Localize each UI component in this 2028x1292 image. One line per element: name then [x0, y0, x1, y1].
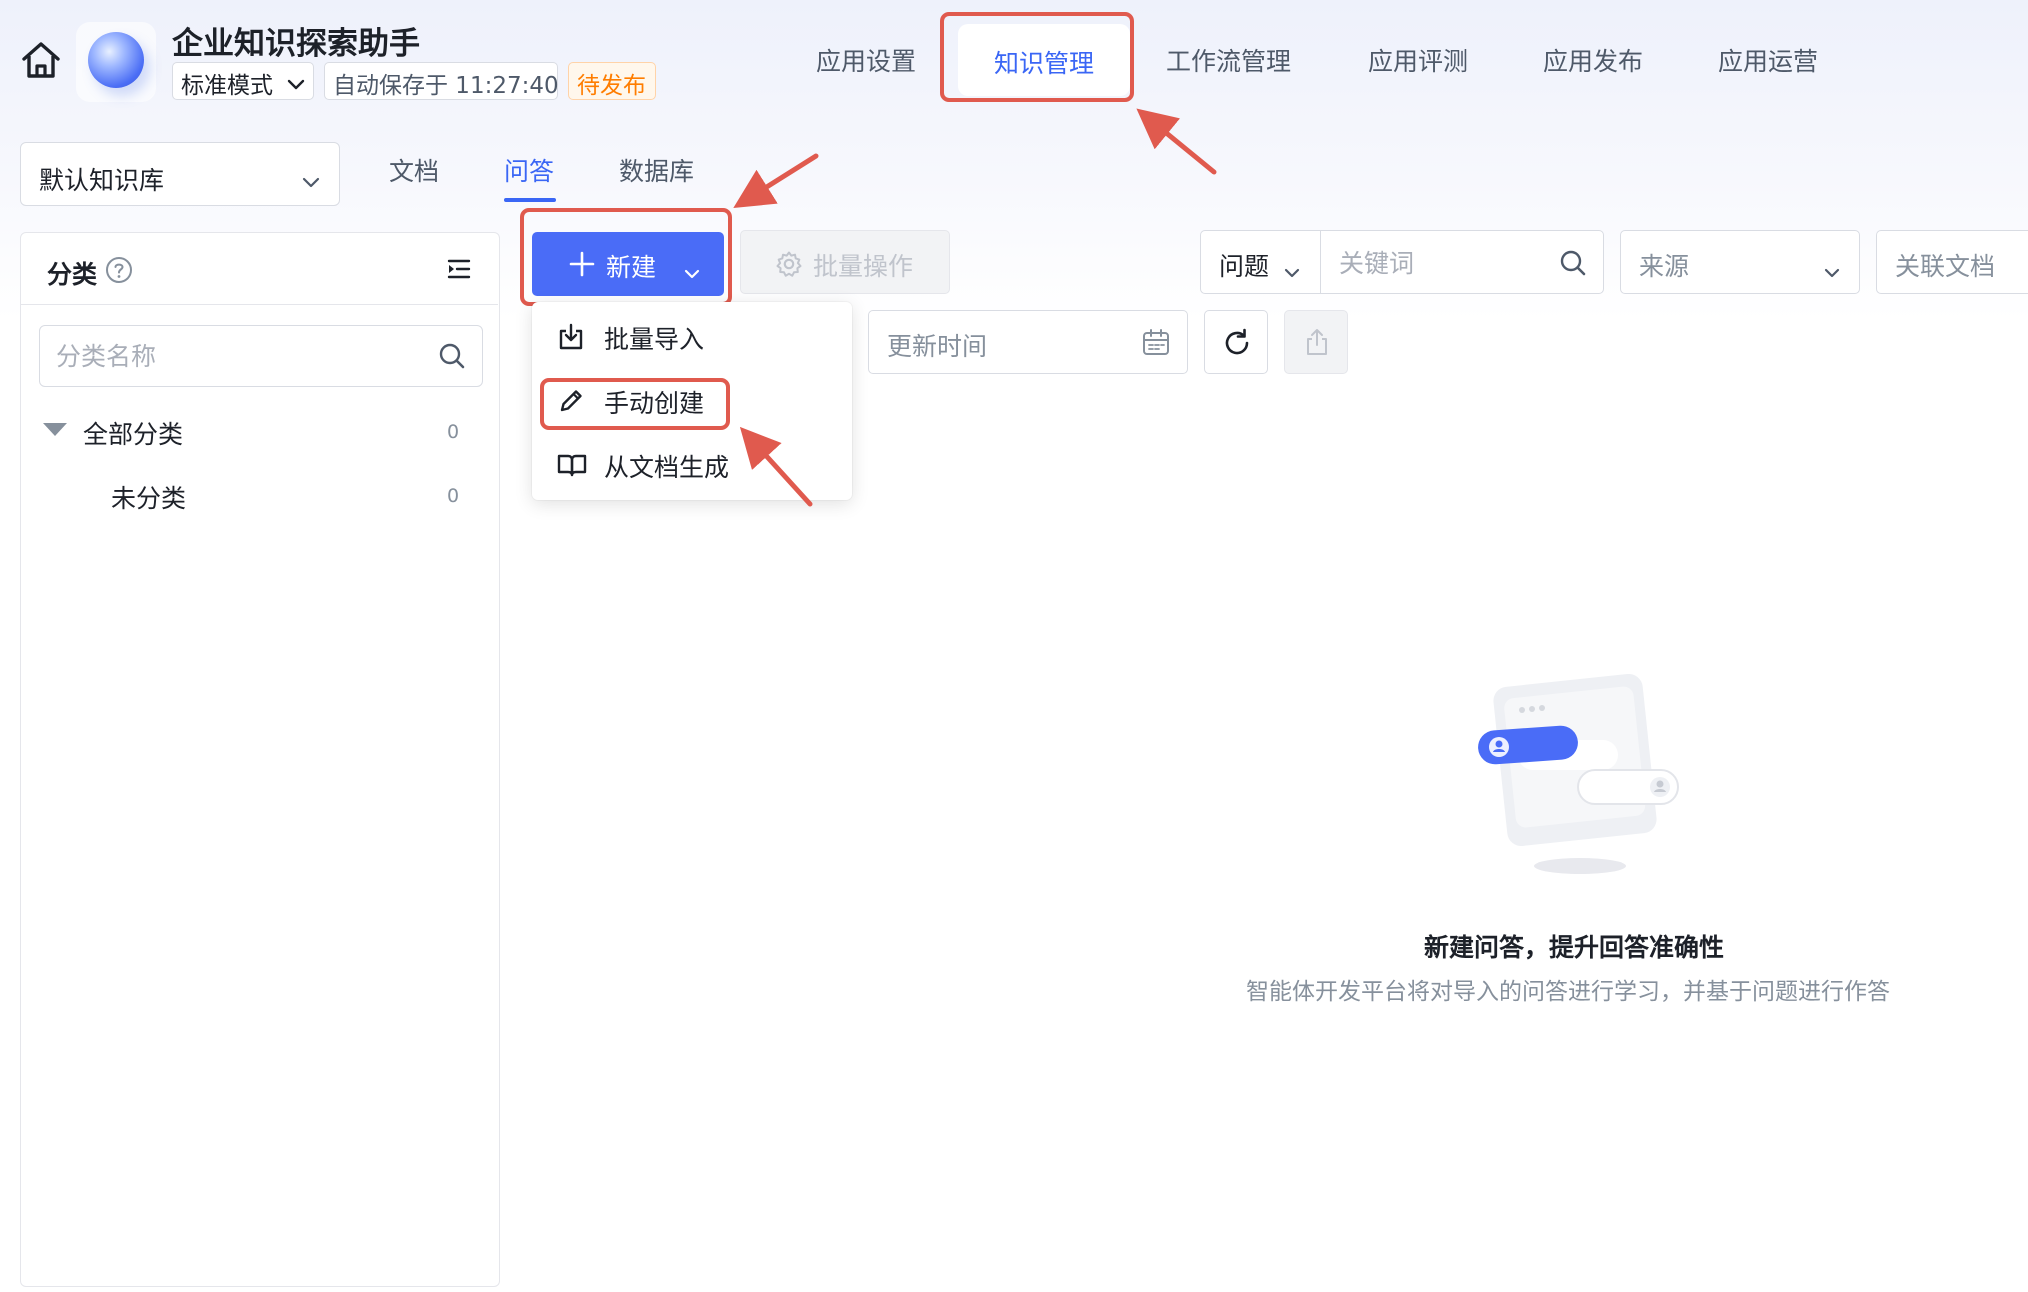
category-panel: 分类 全部分类 0 未分类 — [20, 232, 500, 1287]
chevron-down-icon — [1283, 257, 1301, 286]
export-button[interactable] — [1284, 310, 1348, 374]
search-icon[interactable] — [1559, 249, 1587, 281]
update-time-picker[interactable]: 更新时间 — [868, 310, 1188, 374]
import-icon — [556, 322, 586, 358]
knowledge-base-select[interactable]: 默认知识库 — [20, 142, 340, 206]
batch-operation-button[interactable]: 批量操作 — [740, 230, 950, 294]
tree-item-all-categories[interactable]: 全部分类 — [83, 415, 183, 451]
caret-down-icon[interactable] — [43, 423, 67, 436]
arrow-to-knowledge-nav — [1136, 108, 1217, 175]
highlight-box-new-button — [520, 208, 732, 306]
nav-app-operations[interactable]: 应用运营 — [1718, 42, 1818, 78]
tab-active-indicator — [504, 198, 556, 202]
search-icon[interactable] — [438, 342, 466, 374]
empty-state-description: 智能体开发平台将对导入的问答进行学习，并基于问题进行作答 — [1246, 979, 1890, 1005]
tab-documents[interactable]: 文档 — [389, 152, 439, 188]
collapse-panel-icon[interactable] — [445, 255, 473, 287]
status-badge: 待发布 — [568, 62, 656, 100]
autosave-status: 自动保存于 11:27:40 — [324, 62, 559, 100]
menu-item-batch-import[interactable]: 批量导入 — [532, 306, 852, 368]
source-select[interactable]: 来源 — [1620, 230, 1860, 294]
question-field-select[interactable]: 问题 — [1200, 230, 1322, 294]
chevron-down-icon — [301, 167, 321, 196]
tree-item-count: 0 — [447, 485, 460, 507]
nav-workflow-management[interactable]: 工作流管理 — [1166, 42, 1291, 78]
tab-qa[interactable]: 问答 — [504, 152, 554, 188]
tree-item-uncategorized[interactable]: 未分类 — [111, 479, 186, 515]
nav-app-evaluation[interactable]: 应用评测 — [1368, 42, 1468, 78]
refresh-button[interactable] — [1204, 310, 1268, 374]
tab-database[interactable]: 数据库 — [619, 152, 694, 188]
arrow-to-new-button — [733, 153, 819, 208]
highlight-box-manual-create — [540, 378, 730, 430]
nav-app-settings[interactable]: 应用设置 — [816, 42, 916, 78]
keyword-input[interactable] — [1339, 245, 1539, 281]
category-search[interactable] — [39, 325, 483, 387]
update-time-placeholder: 更新时间 — [887, 332, 988, 361]
refresh-icon — [1225, 328, 1249, 355]
menu-item-label: 批量导入 — [604, 325, 705, 354]
category-panel-header: 分类 — [21, 233, 498, 305]
source-select-placeholder: 来源 — [1639, 252, 1690, 281]
related-document-select[interactable]: 关联文档 — [1876, 230, 2028, 294]
empty-state-title: 新建问答，提升回答准确性 — [1424, 933, 1725, 962]
help-icon[interactable] — [105, 256, 133, 288]
calendar-icon — [1141, 327, 1171, 363]
question-field-label: 问题 — [1219, 252, 1270, 281]
menu-item-generate-from-document[interactable]: 从文档生成 — [532, 434, 852, 496]
category-title: 分类 — [47, 260, 98, 289]
book-icon — [556, 450, 588, 486]
menu-item-label: 从文档生成 — [604, 453, 730, 482]
batch-operation-label: 批量操作 — [813, 252, 914, 281]
chevron-down-icon — [287, 72, 305, 98]
export-icon — [1307, 329, 1327, 355]
app-title: 企业知识探索助手 — [172, 26, 420, 62]
mode-select-label: 标准模式 — [181, 73, 273, 99]
chevron-down-icon — [1823, 257, 1841, 286]
related-document-placeholder: 关联文档 — [1895, 252, 1996, 281]
mode-select[interactable]: 标准模式 — [172, 62, 314, 100]
tree-item-count: 0 — [447, 421, 460, 443]
highlight-box-knowledge-nav — [940, 12, 1134, 102]
category-search-input[interactable] — [56, 338, 416, 374]
home-icon[interactable] — [18, 38, 64, 82]
page: 企业知识探索助手 标准模式 自动保存于 11:27:40 待发布 应用设置 知识… — [0, 0, 2028, 1292]
knowledge-base-label: 默认知识库 — [39, 166, 165, 195]
gear-icon — [775, 250, 803, 284]
nav-app-publish[interactable]: 应用发布 — [1543, 42, 1643, 78]
app-logo — [76, 22, 156, 102]
empty-state-illustration — [1470, 670, 1690, 880]
keyword-search[interactable] — [1320, 230, 1604, 294]
